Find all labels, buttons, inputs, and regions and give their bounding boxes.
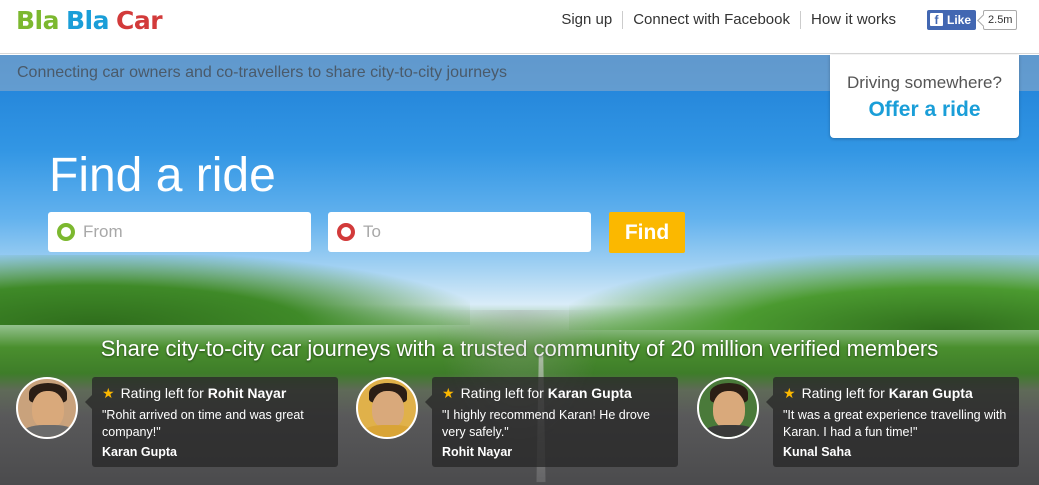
review-bubble: ★ Rating left for Karan Gupta "It was a g…	[766, 377, 1019, 467]
sign-up-link[interactable]: Sign up	[551, 11, 622, 29]
top-nav: Sign up Connect with Facebook How it wor…	[551, 10, 906, 30]
review-bubble: ★ Rating left for Karan Gupta "I highly r…	[425, 377, 678, 467]
review-bubble: ★ Rating left for Rohit Nayar "Rohit arri…	[85, 377, 338, 467]
star-icon: ★	[442, 385, 455, 401]
header: Bla Bla Car Sign up Connect with Facebook …	[0, 0, 1039, 54]
destination-marker-icon	[337, 223, 355, 241]
star-icon: ★	[783, 385, 796, 401]
review-author[interactable]: Kunal Saha	[783, 445, 1009, 459]
review-header: ★ Rating left for Rohit Nayar	[102, 385, 287, 401]
logo-word-1: Bla	[16, 6, 60, 35]
facebook-like-button[interactable]: f Like	[927, 9, 977, 30]
facebook-icon: f	[930, 13, 943, 27]
logo-word-2: Bla	[66, 6, 110, 35]
trees-right-decoration	[569, 255, 1039, 330]
review-quote: "I highly recommend Karan! He drove very…	[442, 408, 651, 439]
avatar[interactable]	[356, 377, 418, 439]
connect-facebook-link[interactable]: Connect with Facebook	[622, 11, 800, 29]
rated-user-name[interactable]: Rohit Nayar	[208, 385, 287, 401]
origin-marker-icon	[57, 223, 75, 241]
review-header: ★ Rating left for Karan Gupta	[442, 385, 632, 401]
to-input[interactable]	[363, 222, 583, 242]
review-quote: "Rohit arrived on time and was great com…	[102, 408, 304, 439]
to-field[interactable]	[328, 212, 591, 252]
logo-word-3: Car	[116, 6, 163, 35]
star-icon: ★	[102, 385, 115, 401]
find-button[interactable]: Find	[609, 212, 685, 253]
offer-question: Driving somewhere?	[847, 73, 1002, 92]
rated-user-name[interactable]: Karan Gupta	[548, 385, 632, 401]
community-tagline: Share city-to-city car journeys with a t…	[100, 336, 939, 361]
avatar[interactable]	[16, 377, 78, 439]
avatar[interactable]	[697, 377, 759, 439]
find-a-ride-title: Find a ride	[49, 149, 276, 202]
trees-left-decoration	[0, 255, 470, 325]
offer-a-ride-link[interactable]: Offer a ride	[830, 98, 1019, 122]
tagline: Connecting car owners and co-travellers …	[17, 64, 507, 81]
from-field[interactable]	[48, 212, 311, 252]
blablacar-logo[interactable]: Bla Bla Car	[16, 6, 169, 35]
review-author[interactable]: Karan Gupta	[102, 445, 328, 459]
facebook-like-widget: f Like 2.5m	[927, 9, 1018, 30]
how-it-works-link[interactable]: How it works	[799, 11, 906, 29]
like-label: Like	[947, 12, 972, 27]
offer-ride-box: Driving somewhere? Offer a ride	[830, 55, 1019, 138]
review-header: ★ Rating left for Karan Gupta	[783, 385, 973, 401]
review-author[interactable]: Rohit Nayar	[442, 445, 668, 459]
like-count: 2.5m	[983, 9, 1018, 30]
rated-user-name[interactable]: Karan Gupta	[889, 385, 973, 401]
review-quote: "It was a great experience travelling wi…	[783, 408, 1007, 439]
from-input[interactable]	[83, 222, 303, 242]
